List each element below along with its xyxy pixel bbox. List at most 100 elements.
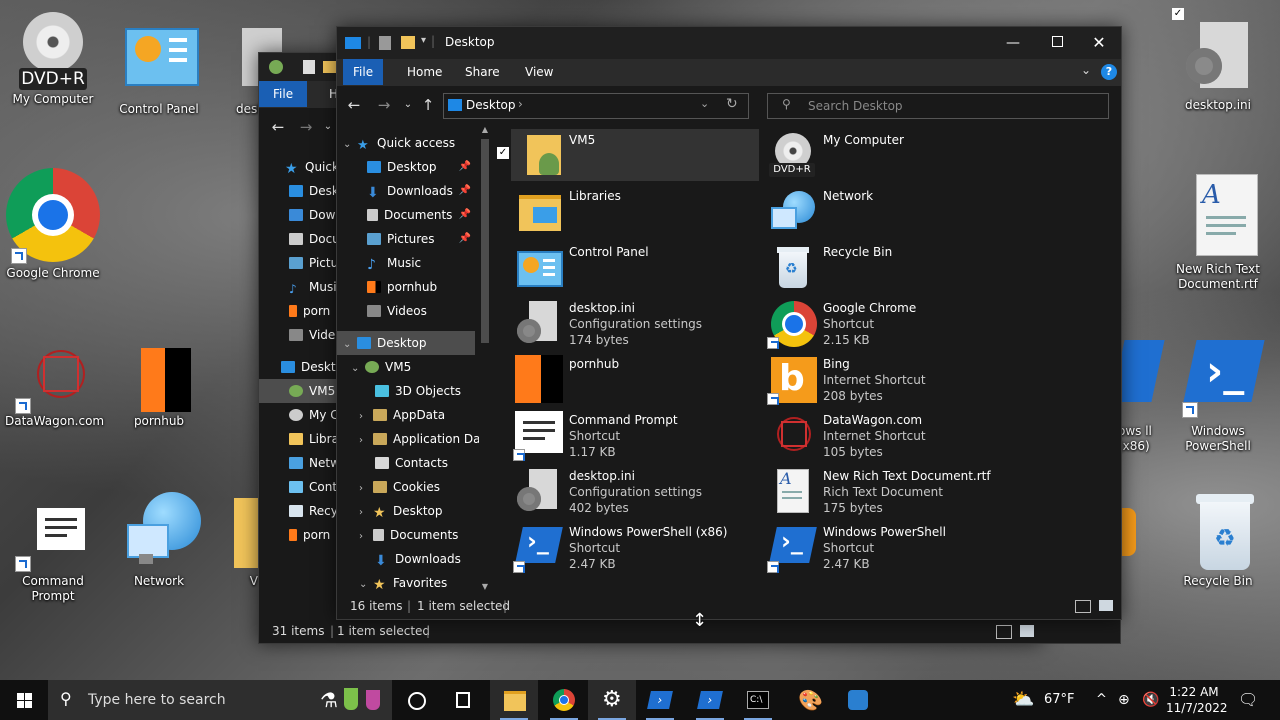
tab-view[interactable]: View <box>511 59 567 85</box>
tab-share[interactable]: Share <box>451 59 514 85</box>
nav-item-documents-user[interactable]: › Documents <box>359 523 458 547</box>
nav-quick-access[interactable]: ★ Quick <box>285 155 337 179</box>
nav-item-music[interactable]: ♪ Music <box>367 251 421 275</box>
pin-icon[interactable]: 📌 <box>459 203 471 227</box>
scroll-up-icon[interactable]: ▲ <box>479 125 491 134</box>
properties-icon[interactable] <box>379 36 391 50</box>
nav-item[interactable]: Dow <box>289 203 335 227</box>
taskbar-search-input[interactable]: Type here to search <box>88 692 226 708</box>
nav-item[interactable]: Deskto <box>281 355 337 379</box>
nav-item-downloads[interactable]: ⬇ Downloads 📌 <box>367 179 477 203</box>
forward-arrow-icon[interactable]: → <box>375 96 393 114</box>
weather-icon[interactable]: ⛅ <box>1012 680 1034 720</box>
nav-item[interactable]: Libra <box>289 427 337 451</box>
scrollbar-thumb[interactable] <box>481 139 489 343</box>
nav-item[interactable]: VM5 <box>259 379 337 403</box>
breadcrumb-chevron-icon[interactable]: › <box>518 97 523 111</box>
tab-file[interactable]: File <box>259 81 308 107</box>
nav-item[interactable]: ♪ Musi <box>289 275 337 299</box>
back-arrow-icon[interactable]: ← <box>345 96 363 114</box>
nav-item-pornhub[interactable]: pornhub <box>367 275 437 299</box>
file-item[interactable]: desktop.ini Configuration settings 402 byt… <box>511 465 759 517</box>
task-view-button[interactable] <box>440 680 488 720</box>
nav-item-vm5[interactable]: ⌄ VM5 <box>351 355 411 379</box>
scroll-down-icon[interactable]: ▼ <box>479 582 491 591</box>
file-item[interactable]: Network <box>765 185 1065 237</box>
nav-scrollbar[interactable]: ▲ ▼ <box>479 125 491 593</box>
taskbar-app[interactable] <box>834 680 882 720</box>
search-input[interactable]: Search Desktop <box>808 99 903 113</box>
forward-arrow-icon[interactable]: → <box>297 118 315 136</box>
pin-icon[interactable]: 📌 <box>459 227 471 251</box>
refresh-icon[interactable]: ↻ <box>726 96 738 112</box>
file-item[interactable]: ›_ Windows PowerShell Shortcut 2.47 KB <box>765 521 1065 573</box>
pin-icon[interactable]: 📌 <box>459 155 471 179</box>
nav-item-appdata[interactable]: › AppData <box>359 403 445 427</box>
taskbar-paint[interactable]: 🎨 <box>784 680 832 720</box>
file-item[interactable]: Libraries <box>511 185 759 237</box>
desktop-icon-datawagon[interactable]: DataWagon.com <box>5 340 104 429</box>
search-box[interactable]: ⚲ Search Desktop <box>767 93 1109 119</box>
start-button[interactable] <box>0 680 48 720</box>
show-hidden-icons-chevron-icon[interactable]: ^ <box>1096 680 1107 720</box>
desktop-icon-control-panel[interactable]: Control Panel <box>111 22 207 117</box>
desktop-icon-google-chrome[interactable]: Google Chrome <box>5 168 101 281</box>
address-bar[interactable]: Desktop › ⌄ ↻ <box>443 93 749 119</box>
taskbar-file-explorer[interactable] <box>490 680 538 720</box>
desktop-icon-pornhub[interactable]: pornhub <box>111 340 207 429</box>
clock-date[interactable]: 11/7/2022 <box>1166 700 1228 716</box>
nav-item-favorites[interactable]: ⌄ ★ Favorites <box>359 571 447 593</box>
new-folder-icon[interactable] <box>401 36 415 49</box>
nav-item-desktop-root[interactable]: ⌄ Desktop <box>337 331 475 355</box>
taskbar-search-box[interactable]: ⚲ Type here to search ⚗ <box>48 680 392 720</box>
file-item[interactable]: DVD+R My Computer <box>765 129 1065 181</box>
file-item[interactable]: DataWagon.com Internet Shortcut 105 bytes <box>765 409 1065 461</box>
nav-item[interactable]: porn <box>289 299 330 323</box>
nav-item[interactable]: Pictu <box>289 251 337 275</box>
title-bar[interactable]: | ▾ | Desktop — ✕ <box>337 27 1121 59</box>
nav-item[interactable]: Docu <box>289 227 337 251</box>
file-item[interactable]: desktop.ini Configuration settings 174 byt… <box>511 297 759 349</box>
close-button[interactable]: ✕ <box>1087 31 1111 55</box>
up-arrow-icon[interactable]: ↑ <box>419 96 437 114</box>
nav-item[interactable]: Netw <box>289 451 337 475</box>
minimize-button[interactable]: — <box>1001 31 1025 55</box>
file-item[interactable]: Google Chrome Shortcut 2.15 KB <box>765 297 1065 349</box>
taskbar-powershell-x86[interactable]: › <box>636 680 684 720</box>
address-dropdown-icon[interactable]: ⌄ <box>700 97 709 110</box>
nav-item[interactable]: porn <box>289 523 330 547</box>
maximize-button[interactable] <box>1045 31 1069 55</box>
chevron-down-icon[interactable]: ⌄ <box>319 118 337 136</box>
large-icons-view-icon[interactable] <box>1099 600 1113 611</box>
notifications-icon[interactable]: 🗨 <box>1238 680 1258 720</box>
details-view-icon[interactable] <box>1075 600 1091 613</box>
recent-locations-chevron-icon[interactable]: ⌄ <box>399 96 417 114</box>
chevron-down-icon[interactable]: ▾ <box>421 35 426 46</box>
nav-item-documents[interactable]: Documents 📌 <box>367 203 477 227</box>
nav-item-contacts[interactable]: Contacts <box>375 451 448 475</box>
nav-item-desktop[interactable]: Desktop 📌 <box>367 155 477 179</box>
nav-item[interactable]: Cont <box>289 475 337 499</box>
details-view-icon[interactable] <box>996 625 1012 639</box>
nav-item-application-data[interactable]: › Application Da <box>359 427 480 451</box>
pin-icon[interactable]: 📌 <box>459 179 471 203</box>
taskbar-chrome[interactable] <box>540 680 588 720</box>
clock-time[interactable]: 1:22 AM <box>1166 684 1222 700</box>
explorer-window[interactable]: | ▾ | Desktop — ✕ File Home Share View ⌄… <box>336 26 1122 620</box>
file-item[interactable]: ›_ Windows PowerShell (x86) Shortcut 2.47 K… <box>511 521 759 573</box>
nav-item[interactable]: Recy <box>289 499 337 523</box>
desktop-icon-desktop-ini[interactable]: ✓ desktop.ini <box>1170 8 1266 113</box>
file-item[interactable]: ♻ Recycle Bin <box>765 241 1065 293</box>
properties-icon[interactable] <box>303 60 315 74</box>
back-arrow-icon[interactable]: ← <box>269 118 287 136</box>
tab-home[interactable]: Home <box>393 59 456 85</box>
network-globe-icon[interactable]: ⊕ <box>1118 680 1130 720</box>
nav-item[interactable]: Desk <box>289 179 337 203</box>
desktop-icon-command-prompt[interactable]: Command Prompt <box>5 500 101 604</box>
file-item[interactable]: Control Panel <box>511 241 759 293</box>
desktop-icon-windows-powershell[interactable]: ›_ Windows PowerShell <box>1170 338 1266 454</box>
file-item[interactable]: b Bing Internet Shortcut 208 bytes <box>765 353 1065 405</box>
desktop-icon-my-computer[interactable]: DVD+R My Computer <box>5 12 101 107</box>
nav-item-downloads-user[interactable]: ⬇ Downloads <box>375 547 461 571</box>
file-item[interactable]: Command Prompt Shortcut 1.17 KB <box>511 409 759 461</box>
